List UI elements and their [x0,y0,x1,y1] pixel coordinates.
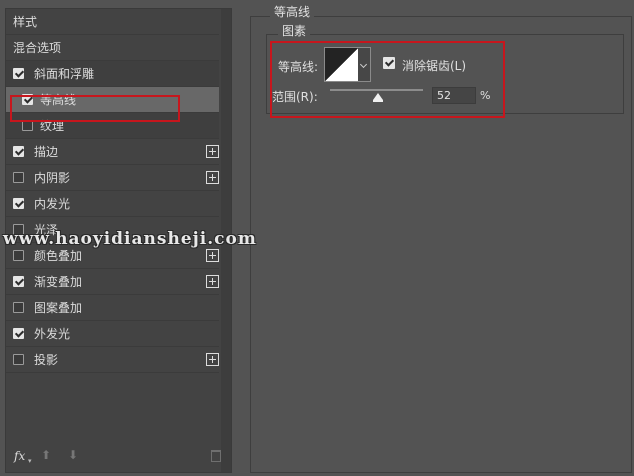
highlight-box-contour-settings [270,41,505,118]
watermark-text: www.haoyidiansheji.com [3,229,257,249]
style-item-label: 渐变叠加 [34,275,83,289]
bevel-emboss-checkbox[interactable] [13,68,24,79]
stroke-checkbox[interactable] [13,146,24,157]
add-gradient-overlay-plus-icon[interactable] [206,275,219,288]
trash-icon[interactable] [211,450,221,462]
add-drop-shadow-plus-icon[interactable] [206,353,219,366]
style-item-label: 描边 [34,145,59,159]
color-overlay-checkbox[interactable] [13,250,24,261]
fx-icon[interactable]: fx [14,449,25,463]
outer-glow-checkbox[interactable] [13,328,24,339]
inner-shadow-checkbox[interactable] [13,172,24,183]
add-inner-shadow-plus-icon[interactable] [206,171,219,184]
styles-header-label: 样式 [13,15,38,29]
style-item-label: 内发光 [34,197,71,211]
style-item-bevel-emboss[interactable]: 斜面和浮雕 [6,61,219,87]
style-item-stroke[interactable]: 描边 [6,139,219,165]
style-item-gradient-overlay[interactable]: 渐变叠加 [6,269,219,295]
elements-subgroup-title: 图素 [278,22,311,39]
style-item-inner-shadow[interactable]: 内阴影 [6,165,219,191]
fx-dropdown-caret-icon[interactable]: ▾ [28,457,32,465]
pattern-overlay-checkbox[interactable] [13,302,24,313]
contour-group-title: 等高线 [270,3,315,20]
add-color-overlay-plus-icon[interactable] [206,249,219,262]
style-item-label: 图案叠加 [34,301,83,315]
add-stroke-plus-icon[interactable] [206,145,219,158]
style-item-label: 投影 [34,353,59,367]
styles-header[interactable]: 样式 [6,9,219,35]
gradient-overlay-checkbox[interactable] [13,276,24,287]
style-item-label: 斜面和浮雕 [34,67,95,81]
style-item-drop-shadow[interactable]: 投影 [6,347,219,373]
style-item-outer-glow[interactable]: 外发光 [6,321,219,347]
move-down-arrow-icon[interactable]: ⬇ [68,448,78,462]
style-list-toolbar: fx ▾ ⬆ ⬇ [6,444,231,472]
style-item-label: 外发光 [34,327,71,341]
highlight-box-contour-item [10,95,180,122]
style-item-inner-glow[interactable]: 内发光 [6,191,219,217]
move-up-arrow-icon[interactable]: ⬆ [41,448,51,462]
blend-options-label: 混合选项 [13,41,62,55]
style-list: 样式 混合选项 斜面和浮雕 等高线 纹理 描边 内阴影 内发光 光泽 颜色叠加 … [6,9,219,373]
inner-glow-checkbox[interactable] [13,198,24,209]
style-item-label: 内阴影 [34,171,71,185]
blend-options-item[interactable]: 混合选项 [6,35,219,61]
drop-shadow-checkbox[interactable] [13,354,24,365]
style-item-pattern-overlay[interactable]: 图案叠加 [6,295,219,321]
